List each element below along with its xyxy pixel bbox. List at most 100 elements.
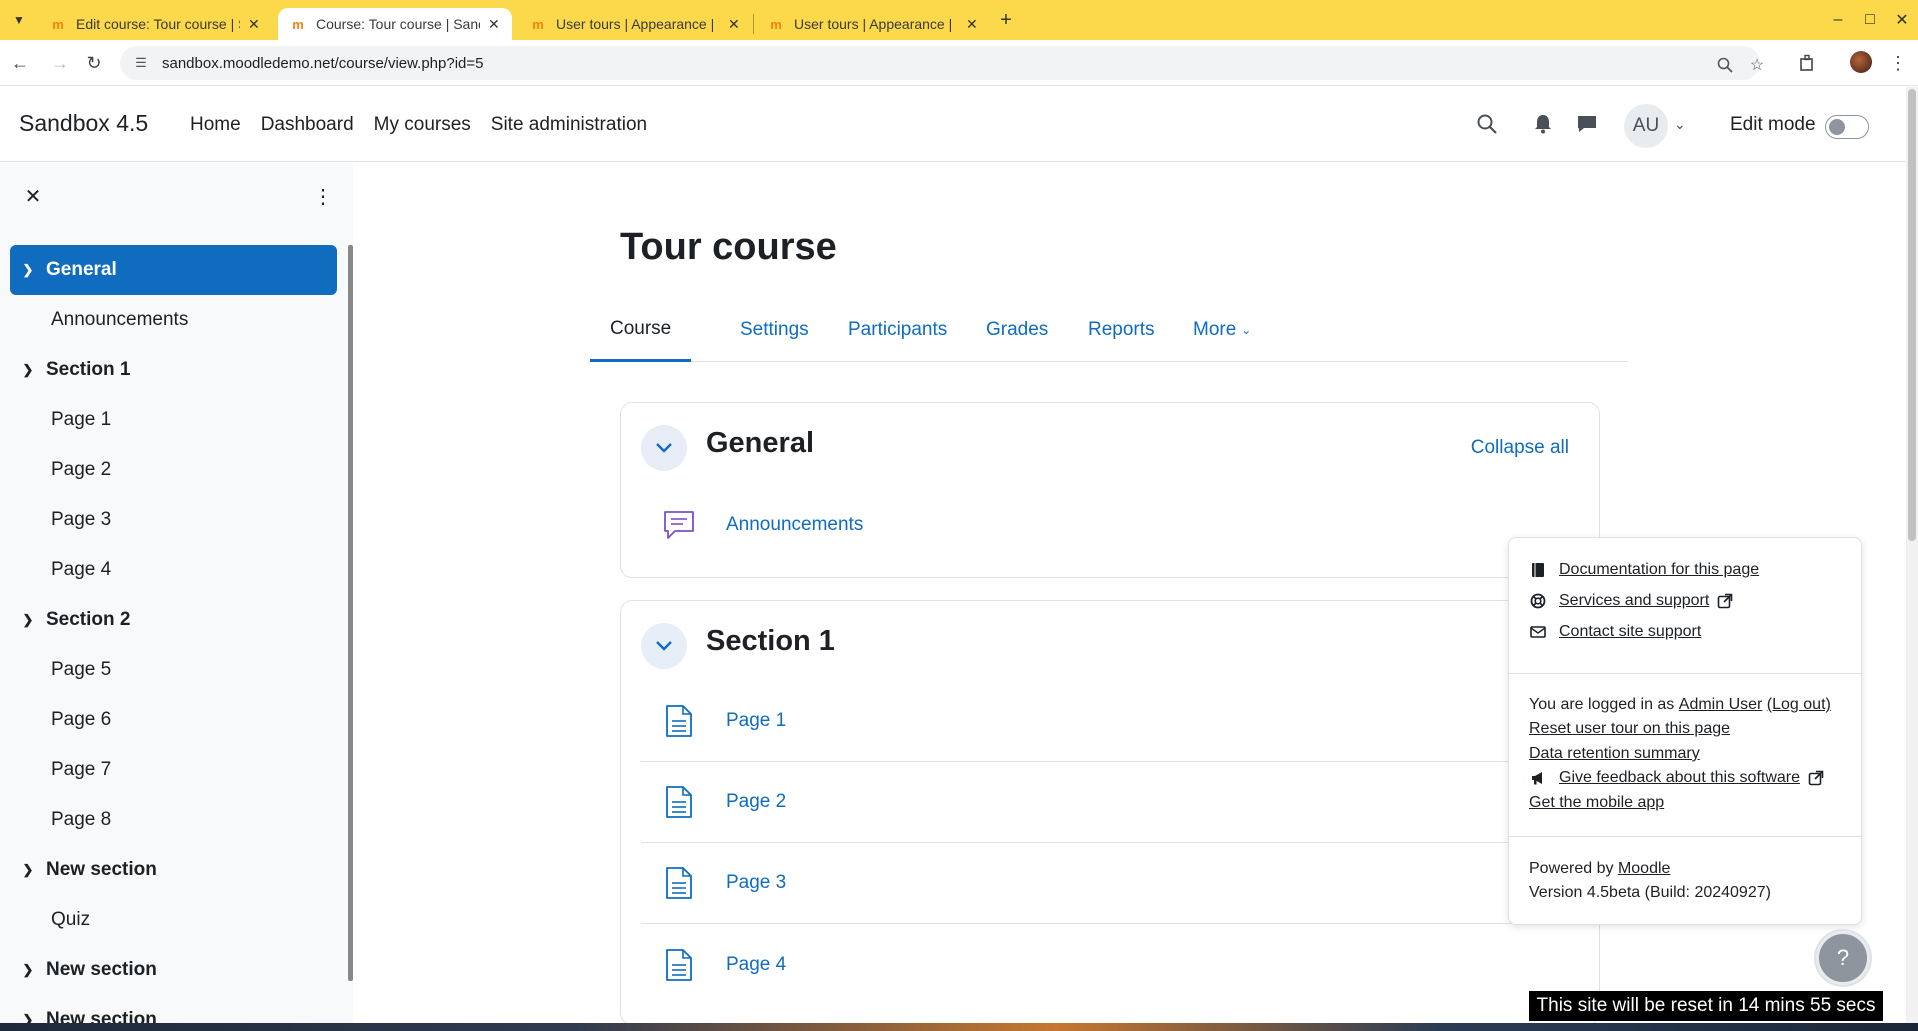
- page-scrollbar[interactable]: [1906, 87, 1918, 1023]
- reset-user-tour-link[interactable]: Reset user tour on this page: [1529, 720, 1730, 738]
- url-text[interactable]: sandbox.moodledemo.net/course/view.php?i…: [162, 55, 483, 72]
- window-close-icon[interactable]: ✕: [1890, 8, 1914, 32]
- browser-tab[interactable]: m User tours | Appearance | ✕: [756, 8, 990, 40]
- course-index-section[interactable]: ❯ New section: [10, 845, 337, 895]
- user-avatar[interactable]: AU: [1624, 104, 1668, 148]
- section-collapse-chevron-icon[interactable]: [641, 425, 687, 471]
- edit-mode-toggle[interactable]: [1825, 115, 1869, 139]
- data-retention-summary-link[interactable]: Data retention summary: [1529, 745, 1700, 763]
- course-index-activity[interactable]: Page 8: [10, 795, 337, 845]
- services-support-link[interactable]: Services and support: [1559, 592, 1709, 610]
- tab-participants[interactable]: Participants: [848, 298, 947, 362]
- search-icon[interactable]: [1472, 109, 1502, 139]
- tab-settings[interactable]: Settings: [740, 298, 809, 362]
- forward-arrow-icon[interactable]: →: [48, 51, 72, 75]
- new-tab-plus-icon[interactable]: +: [994, 8, 1018, 32]
- extensions-puzzle-icon[interactable]: [1796, 51, 1820, 75]
- course-index-activity[interactable]: Page 7: [10, 745, 337, 795]
- chevron-down-icon[interactable]: ❯: [10, 262, 46, 278]
- activity-link[interactable]: Announcements: [726, 514, 863, 536]
- bookmark-star-icon[interactable]: ☆: [1746, 54, 1768, 76]
- moodle-link[interactable]: Moodle: [1618, 860, 1670, 878]
- course-index-label: Section 2: [46, 609, 131, 630]
- zoom-icon[interactable]: [1714, 54, 1736, 76]
- nav-site-administration[interactable]: Site administration: [491, 114, 647, 136]
- course-index-activity[interactable]: Announcements: [10, 295, 337, 345]
- close-drawer-icon[interactable]: ✕: [22, 185, 44, 208]
- activity-page[interactable]: Page 4: [641, 924, 1601, 1005]
- tab-close-icon[interactable]: ✕: [248, 16, 260, 33]
- browser-menu-icon[interactable]: ⋮: [1886, 51, 1910, 75]
- course-index-activity[interactable]: Page 5: [10, 645, 337, 695]
- footer-help-button[interactable]: ?: [1816, 931, 1870, 985]
- browser-tab[interactable]: m User tours | Appearance | ✕: [518, 8, 752, 40]
- give-feedback-link[interactable]: Give feedback about this software: [1559, 769, 1800, 787]
- course-index-activity[interactable]: Page 4: [10, 545, 337, 595]
- course-index-section[interactable]: ❯ Section 2: [10, 595, 337, 645]
- page-scrollbar-thumb[interactable]: [1908, 89, 1916, 541]
- back-arrow-icon[interactable]: ←: [8, 51, 32, 75]
- browser-profile-avatar[interactable]: [1850, 51, 1872, 73]
- moodle-navbar: Sandbox 4.5 Home Dashboard My courses Si…: [0, 87, 1906, 162]
- activity-page[interactable]: Page 1: [641, 681, 1601, 762]
- drawer-scrollbar[interactable]: [348, 245, 353, 981]
- chevron-down-icon[interactable]: ❯: [10, 1012, 46, 1023]
- course-index-activity[interactable]: Page 6: [10, 695, 337, 745]
- course-index-label: Page 3: [51, 509, 112, 530]
- tab-reports[interactable]: Reports: [1088, 298, 1155, 362]
- tab-course[interactable]: Course: [590, 298, 692, 362]
- tab-more[interactable]: More ⌄: [1193, 298, 1251, 362]
- section-title[interactable]: Section 1: [706, 625, 835, 658]
- notifications-bell-icon[interactable]: [1528, 109, 1558, 139]
- activity-link[interactable]: Page 4: [726, 954, 786, 976]
- reload-icon[interactable]: ↻: [82, 51, 106, 75]
- section-title[interactable]: General: [706, 427, 814, 460]
- user-profile-link[interactable]: Admin User: [1679, 696, 1763, 714]
- contact-site-support-link[interactable]: Contact site support: [1559, 623, 1701, 641]
- chevron-down-icon[interactable]: ❯: [10, 612, 46, 628]
- nav-my-courses[interactable]: My courses: [374, 114, 471, 136]
- life-ring-icon: [1529, 592, 1547, 610]
- activity-link[interactable]: Page 1: [726, 710, 786, 732]
- minimize-icon[interactable]: –: [1826, 8, 1850, 32]
- activity-page[interactable]: Page 2: [641, 762, 1601, 843]
- course-index-activity[interactable]: Page 1: [10, 395, 337, 445]
- course-index-activity[interactable]: Page 2: [10, 445, 337, 495]
- nav-dashboard[interactable]: Dashboard: [261, 114, 354, 136]
- section-collapse-chevron-icon[interactable]: [641, 623, 687, 669]
- course-index-activity[interactable]: Page 3: [10, 495, 337, 545]
- course-secondary-navigation: Course Settings Participants Grades Repo…: [590, 298, 1628, 362]
- messages-chat-icon[interactable]: [1572, 109, 1602, 139]
- tab-list-chevron-icon[interactable]: ▼: [8, 9, 30, 31]
- chevron-down-icon[interactable]: ❯: [10, 962, 46, 978]
- activity-page[interactable]: Page 3: [641, 843, 1601, 924]
- site-info-icon[interactable]: ☰: [132, 54, 150, 72]
- collapse-all-link[interactable]: Collapse all: [1471, 437, 1569, 459]
- activity-link[interactable]: Page 3: [726, 872, 786, 894]
- browser-tab[interactable]: m Edit course: Tour course | S ✕: [38, 8, 272, 40]
- logout-link[interactable]: (Log out): [1767, 696, 1831, 714]
- chevron-down-icon[interactable]: ❯: [10, 362, 46, 378]
- address-bar[interactable]: ☰ sandbox.moodledemo.net/course/view.php…: [120, 46, 1764, 80]
- tab-close-icon[interactable]: ✕: [728, 16, 740, 33]
- course-index-activity[interactable]: Quiz: [10, 895, 337, 945]
- get-mobile-app-link[interactable]: Get the mobile app: [1529, 794, 1664, 812]
- course-index-options-icon[interactable]: ⋮: [312, 185, 334, 208]
- course-index-section[interactable]: ❯ Section 1: [10, 345, 337, 395]
- activity-announcements[interactable]: Announcements: [641, 484, 1601, 565]
- activity-link[interactable]: Page 2: [726, 791, 786, 813]
- course-index-section-general[interactable]: ❯ General: [10, 245, 337, 295]
- tab-close-icon[interactable]: ✕: [966, 16, 978, 33]
- course-index-section[interactable]: ❯ New section: [10, 995, 337, 1023]
- tab-grades[interactable]: Grades: [986, 298, 1048, 362]
- user-menu-chevron-down-icon[interactable]: ⌄: [1674, 116, 1686, 133]
- site-brand[interactable]: Sandbox 4.5: [19, 110, 148, 137]
- tab-close-icon[interactable]: ✕: [488, 16, 500, 33]
- course-index-section[interactable]: ❯ New section: [10, 945, 337, 995]
- course-index-label: Page 5: [51, 659, 112, 680]
- maximize-icon[interactable]: □: [1858, 8, 1882, 32]
- documentation-link[interactable]: Documentation for this page: [1559, 561, 1759, 579]
- nav-home[interactable]: Home: [190, 114, 241, 136]
- chevron-down-icon[interactable]: ❯: [10, 862, 46, 878]
- browser-tab-active[interactable]: m Course: Tour course | Sand ✕: [278, 8, 512, 40]
